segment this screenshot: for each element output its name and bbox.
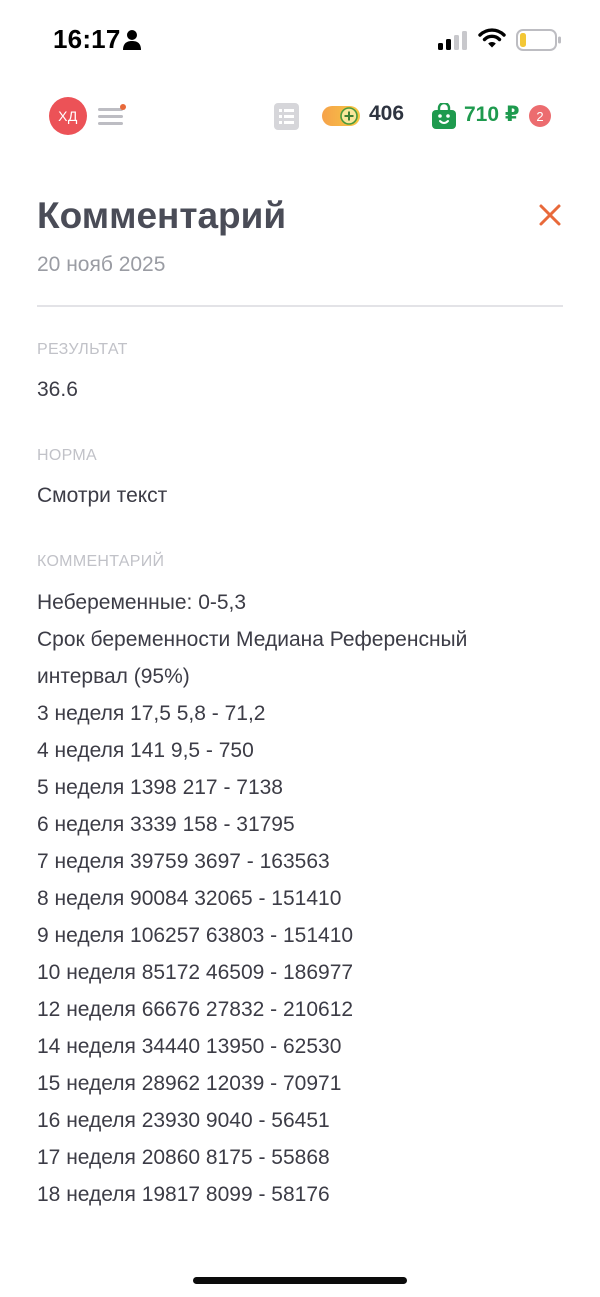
comment-line: 16 неделя 23930 9040 - 56451 — [37, 1109, 330, 1132]
result-value: 36.6 — [37, 378, 78, 401]
cellular-signal-icon — [438, 31, 467, 50]
divider — [37, 305, 563, 307]
comment-line: 12 неделя 66676 27832 - 210612 — [37, 998, 354, 1021]
comment-line: Срок беременности Медиана Референсный — [37, 628, 468, 651]
coins-count: 406 — [369, 102, 405, 125]
comment-line: 7 неделя 39759 3697 - 163563 — [37, 850, 330, 873]
battery-icon — [516, 29, 561, 51]
person-icon — [123, 30, 141, 50]
norm-label: НОРМА — [37, 447, 97, 464]
status-time: 16:17 — [53, 24, 121, 54]
comment-line: 14 неделя 34440 13950 - 62530 — [37, 1035, 342, 1058]
cart-count-badge[interactable]: 2 — [529, 105, 551, 127]
close-icon[interactable] — [538, 203, 562, 227]
comment-line: 6 неделя 3339 158 - 31795 — [37, 813, 295, 836]
comment-line: 15 неделя 28962 12039 - 70971 — [37, 1072, 342, 1095]
norm-value: Смотри текст — [37, 484, 168, 507]
comment-line: 5 неделя 1398 217 - 7138 — [37, 776, 283, 799]
coins-toggle-icon[interactable] — [322, 106, 360, 126]
wallet-amount[interactable]: 710 ₽ — [464, 102, 519, 127]
page-title: Комментарий — [37, 195, 287, 236]
result-label: РЕЗУЛЬТАТ — [37, 341, 128, 358]
menu-icon[interactable] — [98, 104, 126, 128]
comment-line: 3 неделя 17,5 5,8 - 71,2 — [37, 702, 266, 725]
wifi-icon — [478, 28, 506, 48]
comment-line: 17 неделя 20860 8175 - 55868 — [37, 1146, 330, 1169]
comment-line: 10 неделя 85172 46509 - 186977 — [37, 961, 354, 984]
comment-label: КОММЕНТАРИЙ — [37, 553, 165, 570]
comment-text: Небеременные: 0-5,3 Срок беременности Ме… — [37, 584, 567, 1213]
date-label: 20 нояб 2025 — [37, 253, 166, 276]
comment-line: интервал (95%) — [37, 665, 190, 688]
comment-line: 4 неделя 141 9,5 - 750 — [37, 739, 254, 762]
comment-line: Небеременные: 0-5,3 — [37, 591, 247, 614]
list-icon[interactable] — [274, 103, 299, 130]
comment-line: 18 неделя 19817 8099 - 58176 — [37, 1183, 330, 1206]
shopping-bag-icon[interactable] — [432, 103, 456, 129]
home-indicator[interactable] — [193, 1277, 407, 1284]
avatar[interactable]: ХД — [49, 97, 87, 135]
comment-line: 9 неделя 106257 63803 - 151410 — [37, 924, 354, 947]
status-bar: 16:17 — [0, 0, 600, 80]
app-header: ХД 406 710 ₽ 2 — [0, 90, 600, 142]
comment-line: 8 неделя 90084 32065 - 151410 — [37, 887, 342, 910]
